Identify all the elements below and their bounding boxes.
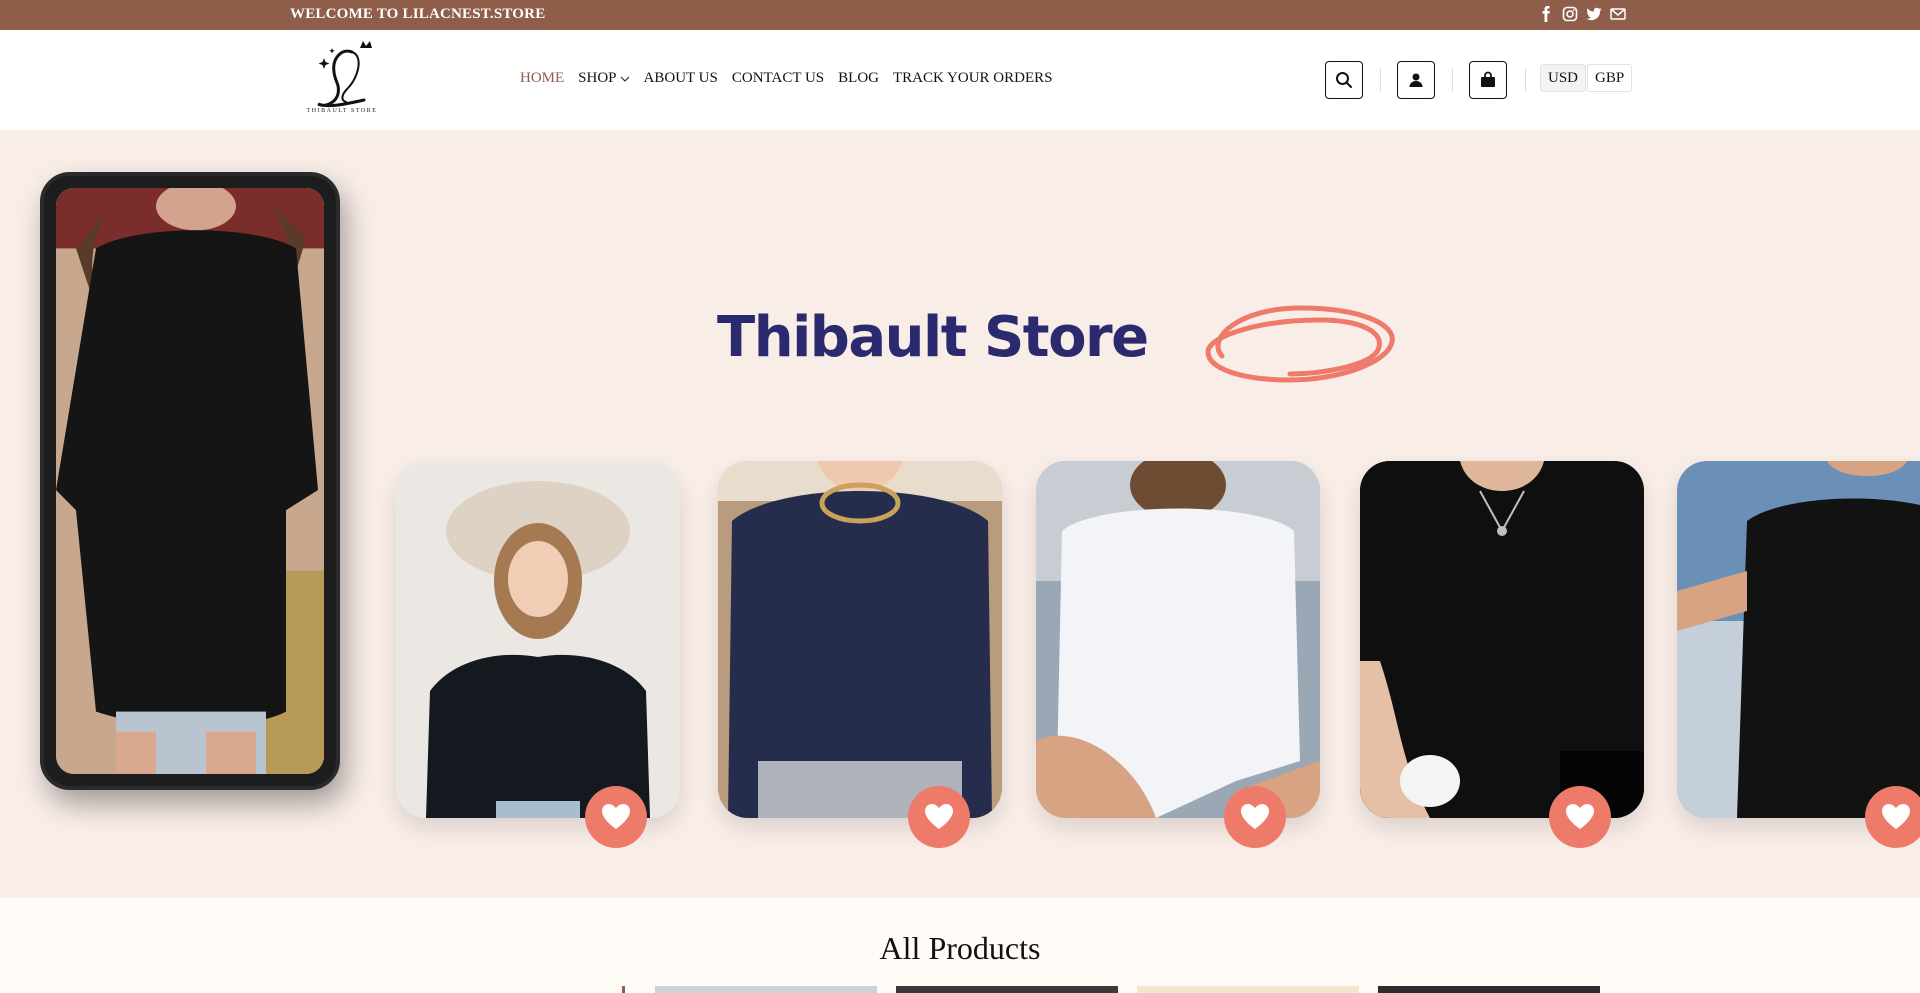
welcome-text: WELCOME TO LILACNEST.STORE xyxy=(290,6,546,22)
product-thumb-edge xyxy=(622,986,625,993)
product-card[interactable] xyxy=(396,461,680,818)
product-card[interactable] xyxy=(1677,461,1920,818)
currency-usd[interactable]: USD xyxy=(1540,64,1587,92)
product-image-black-tee xyxy=(1360,461,1644,818)
product-thumb[interactable] xyxy=(1137,986,1359,993)
heart-icon xyxy=(1566,804,1594,829)
wishlist-heart-button[interactable] xyxy=(1224,786,1286,848)
product-image-black-tee-partial xyxy=(1677,461,1920,818)
heart-icon xyxy=(1241,804,1269,829)
account-button[interactable] xyxy=(1397,61,1435,99)
brand-title: Thibault Store xyxy=(717,305,1149,370)
nav-home-label: HOME xyxy=(520,70,565,86)
hero-banner: Thibault Store xyxy=(0,130,1920,898)
phone-mockup xyxy=(40,172,340,790)
cart-icon xyxy=(1481,71,1495,87)
heart-icon xyxy=(602,804,630,829)
twitter-icon[interactable] xyxy=(1586,6,1602,22)
phone-model-image xyxy=(56,188,324,774)
site-header: THIBAULT STORE HOME SHOP ABOUT US CONTAC… xyxy=(0,30,1920,130)
nav-contact-label: CONTACT US xyxy=(731,70,825,86)
main-nav: HOME SHOP ABOUT US CONTACT US BLOG TRACK… xyxy=(520,70,1052,87)
header-divider xyxy=(1525,68,1526,92)
top-bar: WELCOME TO LILACNEST.STORE xyxy=(0,0,1920,30)
nav-contact[interactable]: CONTACT US xyxy=(732,70,824,87)
currency-gbp[interactable]: GBP xyxy=(1587,64,1633,92)
email-icon[interactable] xyxy=(1610,6,1626,22)
all-products-section: All Products xyxy=(0,898,1920,993)
search-icon xyxy=(1336,72,1352,88)
product-thumb[interactable] xyxy=(896,986,1118,993)
search-button[interactable] xyxy=(1325,61,1363,99)
nav-track-orders[interactable]: TRACK YOUR ORDERS xyxy=(893,70,1052,87)
nav-shop[interactable]: SHOP xyxy=(578,70,629,87)
nav-about-label: ABOUT US xyxy=(643,70,718,86)
product-image-white-tee xyxy=(1036,461,1320,818)
nav-home[interactable]: HOME xyxy=(520,70,564,87)
heart-icon xyxy=(925,804,953,829)
product-thumb[interactable] xyxy=(1378,986,1600,993)
chevron-down-icon xyxy=(620,76,629,82)
product-card[interactable] xyxy=(1036,461,1320,818)
product-card[interactable] xyxy=(1360,461,1644,818)
nav-blog[interactable]: BLOG xyxy=(838,70,879,87)
nav-track-label: TRACK YOUR ORDERS xyxy=(893,70,1053,86)
wishlist-heart-button[interactable] xyxy=(585,786,647,848)
scribble-circle-decoration xyxy=(1205,305,1395,383)
instagram-icon[interactable] xyxy=(1562,6,1578,22)
product-card[interactable] xyxy=(718,461,1002,818)
facebook-icon[interactable] xyxy=(1538,6,1554,22)
header-divider xyxy=(1452,68,1453,92)
wishlist-heart-button[interactable] xyxy=(1865,786,1920,848)
header-divider xyxy=(1380,68,1381,92)
nav-blog-label: BLOG xyxy=(838,70,879,86)
wishlist-heart-button[interactable] xyxy=(1549,786,1611,848)
logo-text: THIBAULT STORE xyxy=(306,108,378,114)
section-title: All Products xyxy=(879,930,1041,966)
nav-about[interactable]: ABOUT US xyxy=(644,70,718,87)
cart-button[interactable] xyxy=(1469,61,1507,99)
product-image-navy-sweatshirt xyxy=(718,461,1002,818)
account-icon xyxy=(1409,73,1423,87)
wishlist-heart-button[interactable] xyxy=(908,786,970,848)
product-image-black-sweatshirt xyxy=(396,461,680,818)
product-thumb[interactable] xyxy=(655,986,877,993)
heart-icon xyxy=(1882,804,1910,829)
nav-shop-label: SHOP xyxy=(578,70,617,86)
social-links xyxy=(1538,6,1626,22)
